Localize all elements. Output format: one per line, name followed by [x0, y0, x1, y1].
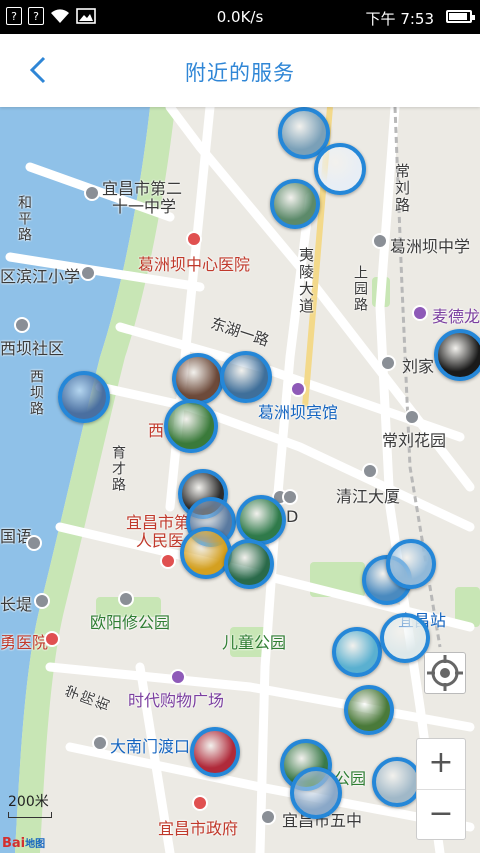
label-changjia: 长堤: [0, 595, 33, 614]
label-liujia: 刘家: [402, 357, 435, 376]
poi-building-icon: [404, 409, 420, 425]
status-bar: ? ? 0.0K/s 下午 7:53: [0, 0, 480, 34]
scale-label: 200米: [8, 794, 49, 810]
poi-hospital-icon: [160, 553, 176, 569]
poi-hospital-icon: [44, 631, 60, 647]
poi-place-icon: [380, 355, 396, 371]
photo-marker-shop-white[interactable]: [380, 613, 430, 663]
poi-hospital-icon: [186, 231, 202, 247]
zoom-out-button[interactable]: −: [417, 790, 465, 840]
map-scale: 200米: [8, 791, 52, 818]
label-yucai-road: 育才路: [110, 445, 126, 493]
label-gezhouba-hospital: 葛洲坝中心医院: [138, 255, 251, 274]
battery-icon: [446, 10, 475, 23]
photo-marker-wedding-dress[interactable]: [314, 143, 366, 195]
baidu-logo: Bai地图: [2, 835, 45, 851]
poi-school-icon: [84, 185, 100, 201]
label-shangyu-road: 上园路: [352, 265, 368, 313]
photo-marker-shop-bottom-2[interactable]: [290, 767, 342, 819]
label-changliu-road: 常刘路: [393, 163, 411, 214]
label-gezhouba-hotel: 葛洲坝宾馆: [258, 403, 339, 422]
label-binjiang-school: 区滨江小学: [0, 267, 81, 286]
label-school-21-line2: 十一中学: [112, 197, 177, 216]
photo-marker-storefront-1[interactable]: [172, 353, 224, 405]
label-mcdonalds: 麦德龙: [432, 307, 480, 326]
photo-marker-dark-sign[interactable]: [434, 329, 480, 381]
photo-marker-red-gift[interactable]: [190, 727, 240, 777]
poi-government-icon: [192, 795, 208, 811]
photo-marker-beauty-shop[interactable]: [270, 179, 320, 229]
label-xiba-road: 西坝路: [28, 369, 44, 417]
app-header: 附近的服务: [0, 34, 480, 107]
label-gezhouba-middle: 葛洲坝中学: [390, 237, 471, 256]
poi-building-icon: [282, 489, 298, 505]
photo-marker-tiffany[interactable]: [224, 539, 274, 589]
label-qingjiang-building: 清江大厦: [336, 487, 401, 506]
label-hospital-left: 勇医院: [0, 633, 49, 652]
poi-mall-icon: [170, 669, 186, 685]
map-view[interactable]: 宜昌市第二 十一中学 和平路 区滨江小学 葛洲坝中心医院 夷陵大道 常刘路 葛洲…: [0, 107, 480, 853]
page-title: 附近的服务: [185, 61, 295, 85]
clock: 下午 7:53: [365, 10, 434, 28]
poi-ferry-icon: [92, 735, 108, 751]
label-ouyangxiu-park: 欧阳修公园: [90, 613, 171, 632]
label-children-park: 儿童公园: [222, 633, 287, 652]
scale-bar: [8, 812, 52, 818]
baidu-logo-text: Bai: [2, 836, 26, 851]
label-danan-ferry: 大南门渡口: [110, 737, 191, 756]
poi-school-icon: [372, 233, 388, 249]
photo-marker-shop-right-bottom[interactable]: [372, 757, 422, 807]
label-yiling-avenue: 夷陵大道: [297, 247, 315, 315]
photo-marker-shop-right-2[interactable]: [386, 539, 436, 589]
map-base: [0, 107, 480, 853]
poi-bank-icon: [14, 317, 30, 333]
poi-park-icon: [118, 591, 134, 607]
poi-hotel-icon: [290, 381, 306, 397]
poi-school-icon: [80, 265, 96, 281]
label-changliu-garden: 常刘花园: [382, 431, 447, 450]
battery-level: [449, 13, 467, 20]
photo-marker-rose[interactable]: [164, 399, 218, 453]
label-shidai-mall: 时代购物广场: [128, 691, 225, 710]
label-xi: 西: [148, 421, 165, 440]
label-dongba-community: 西坝社区: [0, 339, 65, 358]
poi-building-icon: [362, 463, 378, 479]
photo-marker-water[interactable]: [332, 627, 382, 677]
label-heping-road: 和平路: [16, 195, 32, 243]
poi-bank-icon: [34, 593, 50, 609]
zoom-in-button[interactable]: +: [417, 739, 465, 790]
locate-button[interactable]: [424, 652, 466, 694]
photo-marker-shop-left[interactable]: [58, 371, 110, 423]
label-d: D: [286, 507, 299, 526]
poi-shop-icon: [412, 305, 428, 321]
photo-marker-pharmacy[interactable]: [236, 495, 286, 545]
baidu-logo-sub: 地图: [25, 839, 46, 850]
photo-marker-storefront-2[interactable]: [220, 351, 272, 403]
photo-marker-shop-green[interactable]: [344, 685, 394, 735]
label-hospital-line2: 人民医: [136, 531, 185, 550]
zoom-control: + −: [416, 738, 466, 840]
label-yichang-gov: 宜昌市政府: [158, 819, 239, 838]
locate-icon: [427, 655, 463, 691]
poi-school-icon: [260, 809, 276, 825]
poi-school-icon: [26, 535, 42, 551]
